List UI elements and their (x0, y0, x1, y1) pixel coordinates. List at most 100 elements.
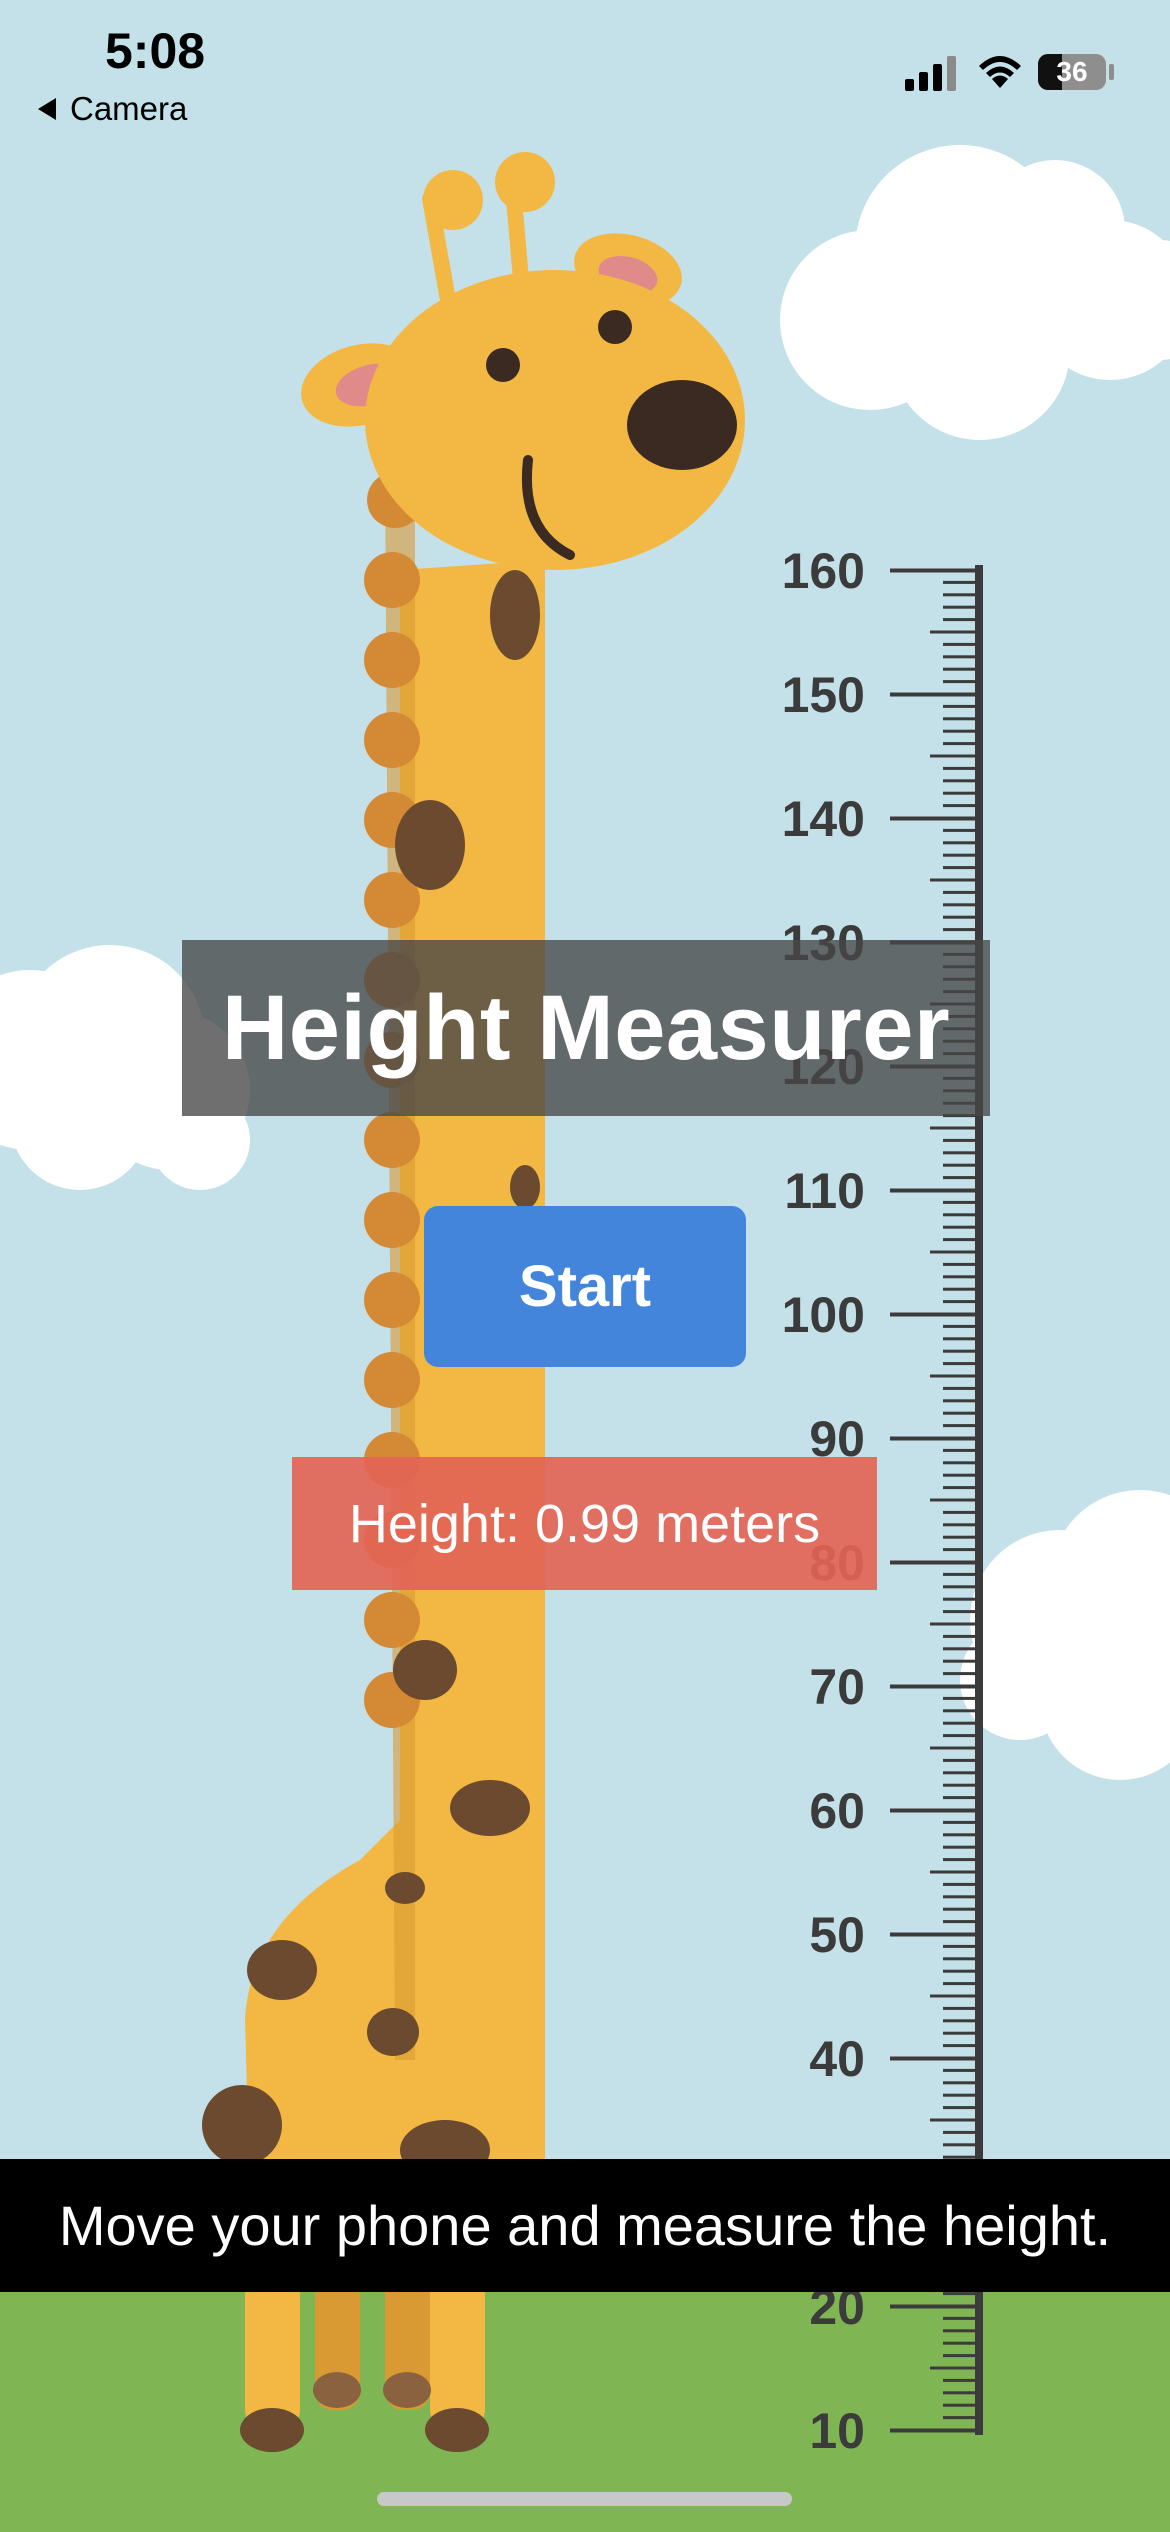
ruler-tick (943, 915, 975, 919)
ruler-tick (943, 1882, 975, 1886)
ruler-tick (943, 2093, 975, 2097)
ruler-tick (943, 1845, 975, 1849)
ruler-tick (943, 1907, 975, 1911)
ruler-tick (890, 2056, 975, 2061)
ruler-tick (890, 2428, 975, 2433)
ruler-tick (943, 1548, 975, 1552)
ruler-tick (943, 1944, 975, 1948)
ruler-tick (943, 655, 975, 659)
ruler-tick (943, 1858, 975, 1862)
ruler-tick (943, 2403, 975, 2407)
ruler-tick (943, 680, 975, 684)
ruler-tick (890, 1932, 975, 1937)
ruler-tick (943, 841, 975, 845)
ruler-tick (943, 580, 975, 584)
ruler-tick (943, 1969, 975, 1973)
ruler-tick (943, 1610, 975, 1614)
ruler-label: 160 (782, 543, 865, 599)
height-result: Height: 0.99 meters (292, 1457, 877, 1590)
ruler-label: 150 (782, 667, 865, 723)
ruler-tick (943, 1957, 975, 1961)
cell-signal-icon (905, 55, 956, 91)
ruler-tick (943, 1672, 975, 1676)
ruler-tick (930, 2366, 975, 2370)
ruler-tick (930, 630, 975, 634)
ruler-label: 40 (809, 2031, 865, 2087)
ruler-tick (943, 1833, 975, 1837)
ruler-tick (890, 568, 975, 573)
ruler-tick (943, 2006, 975, 2010)
ruler-tick (943, 1709, 975, 1713)
back-label: Camera (70, 90, 188, 127)
ruler-tick (943, 605, 975, 609)
ruler-tick (943, 2416, 975, 2420)
ruler-tick (890, 1808, 975, 1813)
back-arrow-icon (38, 98, 56, 120)
ruler-tick (943, 2378, 975, 2382)
ruler-label: 60 (809, 1783, 865, 1839)
ruler-tick (943, 593, 975, 597)
instruction-banner: Move your phone and measure the height. (0, 2159, 1170, 2292)
ruler-tick (943, 828, 975, 832)
ruler-tick (943, 928, 975, 932)
ruler-label: 50 (809, 1907, 865, 1963)
ruler-tick (890, 1436, 975, 1441)
ruler-tick (943, 866, 975, 870)
status-time: 5:08 (105, 23, 206, 79)
ruler-tick (943, 1163, 975, 1167)
ruler-tick (930, 1250, 975, 1254)
ruler-tick (943, 1300, 975, 1304)
ruler-tick (943, 1411, 975, 1415)
ruler-tick (943, 804, 975, 808)
ruler-tick (943, 2316, 975, 2320)
ruler-tick (943, 1734, 975, 1738)
ruler-tick (943, 2292, 975, 2296)
ruler-tick (943, 618, 975, 622)
ruler-tick (943, 1399, 975, 1403)
ruler-tick (943, 1448, 975, 1452)
ruler-tick (943, 1895, 975, 1899)
ruler-tick (943, 791, 975, 795)
ruler-tick (943, 1138, 975, 1142)
ruler-tick (943, 890, 975, 894)
ruler-tick (943, 1783, 975, 1787)
ruler-tick (943, 1176, 975, 1180)
ruler-tick (943, 1324, 975, 1328)
home-indicator[interactable] (377, 2492, 792, 2506)
ruler-tick (943, 2068, 975, 2072)
ruler-tick (943, 1696, 975, 1700)
battery-level: 36 (1056, 56, 1088, 87)
ruler-tick (930, 1126, 975, 1130)
ruler-tick (943, 1771, 975, 1775)
ruler-tick (943, 742, 975, 746)
ruler-tick (930, 878, 975, 882)
back-to-camera-link[interactable]: Camera (38, 90, 187, 128)
ruler-tick (943, 1796, 975, 1800)
ruler-tick (943, 1659, 975, 1663)
ruler-tick (943, 1721, 975, 1725)
ruler-tick (943, 1982, 975, 1986)
start-button[interactable]: Start (424, 1206, 746, 1367)
ruler-label: 100 (782, 1287, 865, 1343)
ruler-tick (943, 667, 975, 671)
ruler-tick (943, 1758, 975, 1762)
ruler-tick (943, 1523, 975, 1527)
ruler-tick (943, 1349, 975, 1353)
ruler-tick (943, 2143, 975, 2147)
ruler-tick (943, 853, 975, 857)
ruler-tick (943, 2130, 975, 2134)
ruler-tick (943, 1362, 975, 1366)
ruler-label: 110 (784, 1163, 865, 1219)
ruler-tick (943, 1200, 975, 1204)
ruler-tick (943, 1262, 975, 1266)
ruler-tick (943, 1275, 975, 1279)
ruler-tick (943, 717, 975, 721)
ruler-tick (943, 1597, 975, 1601)
ruler-tick (943, 1225, 975, 1229)
ruler-label: 140 (782, 791, 865, 847)
ruler-bar (975, 565, 983, 2435)
ruler-tick (943, 1820, 975, 1824)
ruler-tick (943, 779, 975, 783)
app-title: Height Measurer (221, 976, 951, 1079)
ruler-tick (930, 1374, 975, 1378)
